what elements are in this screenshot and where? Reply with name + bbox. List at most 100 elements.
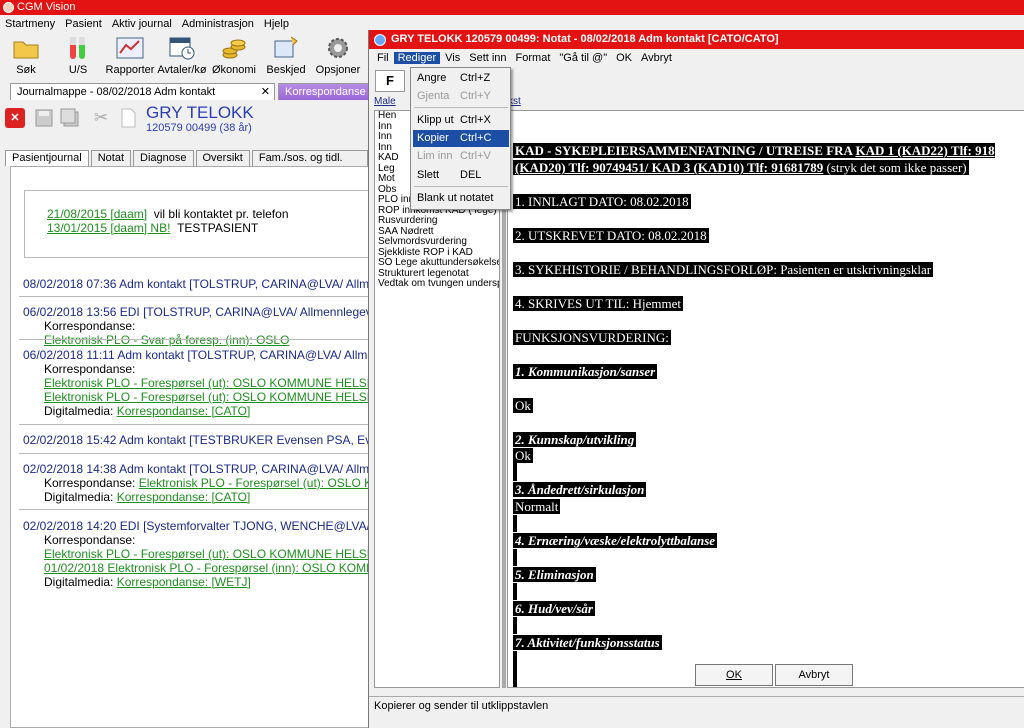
editor-heading: 7. Aktivitet/funksjonsstatus (513, 635, 662, 650)
scissors-icon[interactable]: ✂ (91, 108, 111, 128)
divider (19, 509, 369, 510)
warning-date-link[interactable]: 21/08/2015 [daam] (47, 207, 147, 221)
menu-ok[interactable]: OK (616, 52, 632, 64)
digitalmedia-link[interactable]: Korrespondanse: [WETJ] (117, 575, 251, 589)
chart-icon (116, 35, 144, 61)
journal-entry-header[interactable]: 02/02/2018 15:42 Adm kontakt [TESTBRUKER… (23, 433, 369, 447)
editor-line: FUNKSJONSVURDERING: (513, 330, 671, 345)
journal-entry-header[interactable]: 02/02/2018 14:38 Adm kontakt [TOLSTRUP, … (23, 462, 369, 476)
save-all-icon[interactable] (60, 108, 80, 128)
menu-avbryt[interactable]: Avbryt (641, 52, 672, 64)
correspondence-link[interactable]: Elektronisk PLO - Forespørsel (ut): OSLO… (44, 547, 369, 561)
menu-item-shortcut: Ctrl+V (460, 150, 491, 162)
editor-heading: 5. Eliminasjon (513, 567, 596, 582)
menu-divider (414, 107, 508, 108)
ok-button-label: OK (726, 669, 742, 681)
menu-rediger[interactable]: Rediger (393, 51, 441, 64)
menu-pasient[interactable]: Pasient (65, 18, 102, 30)
journal-entry-header[interactable]: 08/02/2018 07:36 Adm kontakt [TOLSTRUP, … (23, 277, 369, 291)
save-icon[interactable] (34, 108, 54, 128)
document-tabs: Journalmappe - 08/02/2018 Adm kontakt [C… (0, 83, 370, 115)
template-list-item[interactable]: Rusvurdering (375, 215, 499, 227)
menu-sett-inn[interactable]: Sett inn (469, 52, 506, 64)
note-editor[interactable]: KAD - SYKEPLEIERSAMMENFATNING / UTREISE … (507, 110, 1024, 688)
tab-diagnose[interactable]: Diagnose (133, 150, 194, 166)
reports-button[interactable]: Rapporter (104, 33, 156, 80)
dialog-menubar: Fil Rediger Vis Sett inn Format "Gå til … (369, 49, 1024, 66)
window-title: CGM Vision (17, 1, 76, 13)
correspondence-link[interactable]: 01/02/2018 Elektronisk PLO - Forespørsel… (44, 561, 369, 575)
menu-ga-til[interactable]: "Gå til @" (559, 52, 607, 64)
tab-pasientjournal[interactable]: Pasientjournal (5, 150, 89, 166)
menu-hjelp[interactable]: Hjelp (264, 18, 289, 30)
test-tubes-icon (64, 35, 92, 61)
divider (19, 296, 369, 297)
warning-box: 21/08/2015 [daam] vil bli kontaktet pr. … (24, 190, 369, 258)
editor-line: Ok (513, 398, 533, 413)
menu-startmeny[interactable]: Startmeny (5, 18, 55, 30)
menu-fil[interactable]: Fil (377, 52, 389, 64)
correspondence-link[interactable]: Elektronisk PLO - Svar på foresp. (inn):… (44, 333, 289, 347)
menu-item-label: Kopier (417, 132, 449, 144)
tab-notat[interactable]: Notat (90, 150, 132, 166)
menu-aktiv-journal[interactable]: Aktiv journal (112, 18, 172, 30)
journal-entry-header[interactable]: 06/02/2018 13:56 EDI [TOLSTRUP, CARINA@L… (23, 305, 369, 319)
digitalmedia-link[interactable]: Korrespondanse: [CATO] (117, 490, 251, 504)
template-list-item[interactable]: Vedtak om tvungen undersp (375, 278, 499, 290)
journal-entry-header[interactable]: 06/02/2018 11:11 Adm kontakt [TOLSTRUP, … (23, 348, 369, 362)
cancel-button[interactable]: Avbryt (775, 664, 853, 686)
template-list-item[interactable]: Selvmordsvurdering (375, 236, 499, 248)
appointments-button-label: Avtaler/kø (157, 64, 207, 76)
menu-vis[interactable]: Vis (445, 52, 460, 64)
tab-oversikt[interactable]: Oversikt (195, 150, 250, 166)
menu-item-blank-note[interactable]: Blank ut notatet (413, 190, 509, 207)
correspondence-link[interactable]: Elektronisk PLO - Forespørsel (ut): OSLO… (44, 376, 369, 390)
tab-correspondence[interactable]: Korrespondanse - (278, 83, 370, 115)
menu-item-label: Lim inn (417, 150, 453, 162)
journal-entry-header[interactable]: 02/02/2018 14:20 EDI [Systemforvalter TJ… (23, 519, 369, 533)
patient-header: ✕ ✂ GRY TELOKK 120579 00499 (38 år) (0, 100, 370, 150)
correspondence-link[interactable]: Elektronisk PLO - Forespørsel (ut): OSLO… (44, 390, 369, 404)
appointments-button[interactable]: Avtaler/kø (156, 33, 208, 80)
close-icon[interactable]: ✕ (261, 84, 270, 101)
us-button[interactable]: U/S (52, 33, 104, 80)
menu-administrasjon[interactable]: Administrasjon (182, 18, 254, 30)
patient-id-age: 120579 00499 (38 år) (146, 122, 252, 134)
new-document-icon[interactable] (118, 108, 138, 128)
menu-item-slett[interactable]: Slett DEL (413, 167, 509, 184)
menu-item-shortcut: Ctrl+Y (460, 90, 491, 102)
search-button[interactable]: Søk (0, 33, 52, 80)
editor-heading: 2. Kunnskap/utvikling (513, 432, 637, 447)
correspondence-link[interactable]: Elektronisk PLO - Forespørsel (ut): OSLO… (139, 476, 369, 490)
menu-item-klipp-ut[interactable]: Klipp ut Ctrl+X (413, 112, 509, 129)
main-menubar: Startmeny Pasient Aktiv journal Administ… (0, 15, 370, 33)
selection-bar (513, 617, 517, 634)
ok-button[interactable]: OK (695, 664, 773, 686)
tab-family-history[interactable]: Fam./sos. og tidl. sykd. (251, 150, 368, 179)
close-record-icon[interactable]: ✕ (5, 108, 25, 128)
menu-item-label: Angre (417, 72, 447, 84)
editor-heading: 1. Kommunikasjon/sanser (513, 364, 658, 379)
message-button[interactable]: Beskjed (260, 33, 312, 80)
warning-text: vil bli kontaktet pr. telefon (153, 207, 289, 221)
menu-item-gjenta: Gjenta Ctrl+Y (413, 88, 509, 105)
digitalmedia-link[interactable]: Korrespondanse: [CATO] (117, 404, 251, 418)
correspondence-label: Korrespondanse: (44, 533, 136, 547)
warning-date-link[interactable]: 13/01/2015 [daam] NB! (47, 221, 170, 235)
menu-format[interactable]: Format (516, 52, 551, 64)
options-button-label: Opsjoner (315, 64, 361, 76)
options-button[interactable]: Opsjoner (312, 33, 364, 80)
dialog-app-icon (374, 34, 386, 46)
menu-item-angre[interactable]: Angre Ctrl+Z (413, 70, 509, 87)
gear-icon (324, 35, 352, 61)
menu-item-kopier[interactable]: Kopier Ctrl+C (413, 130, 509, 147)
tab-journal[interactable]: Journalmappe - 08/02/2018 Adm kontakt [C… (10, 83, 275, 115)
templates-link[interactable]: Male (374, 96, 396, 107)
template-list-item[interactable]: SO Lege akuttundersøkelse (375, 257, 499, 269)
editor-text: (KAD20) Tlf: 90749451/ KAD 3 (KAD10) Tlf… (515, 160, 824, 175)
menu-item-shortcut: Ctrl+C (460, 132, 492, 144)
economy-button[interactable]: Økonomi (208, 33, 260, 80)
coins-icon (220, 35, 248, 61)
journal-panel: 21/08/2015 [daam] vil bli kontaktet pr. … (10, 166, 370, 728)
font-button[interactable]: F (375, 70, 405, 92)
